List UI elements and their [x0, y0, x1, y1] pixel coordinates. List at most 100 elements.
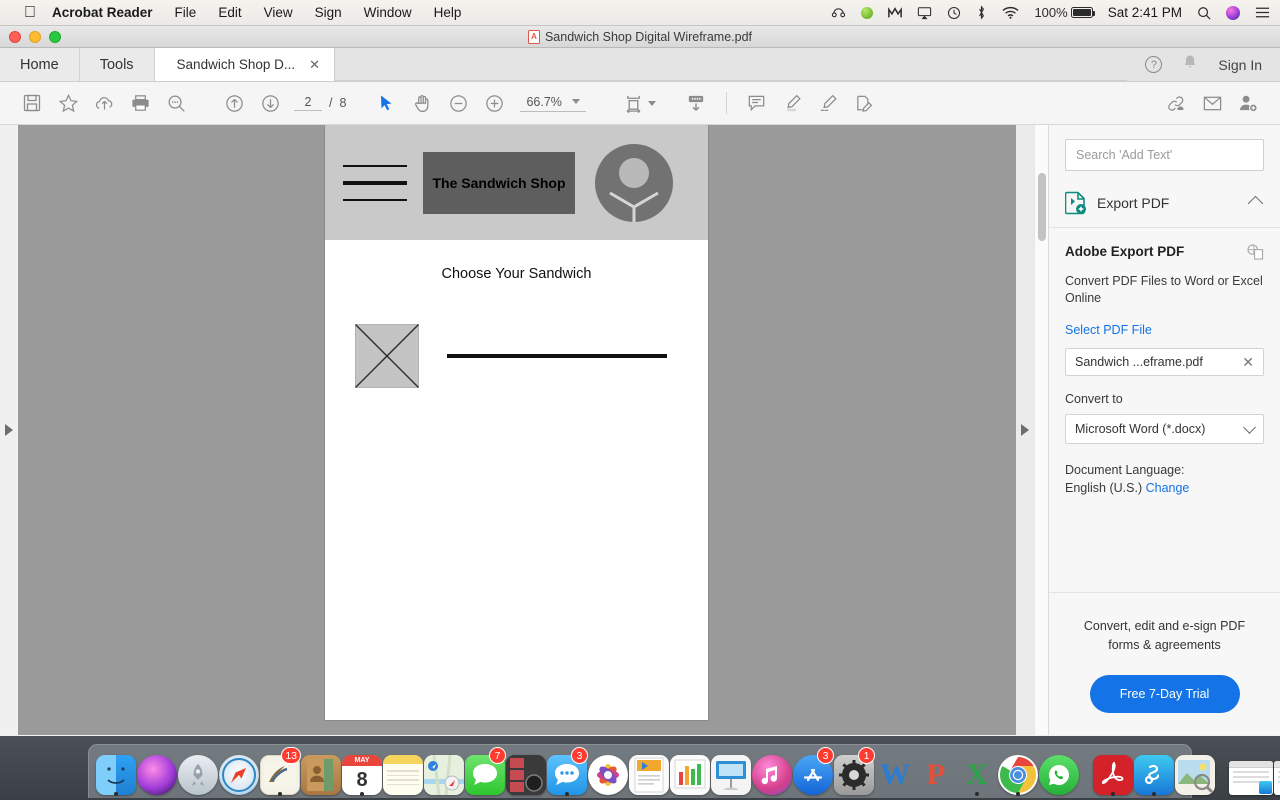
change-language-link[interactable]: Change — [1146, 479, 1190, 497]
menubar-clock[interactable]: Sat 2:41 PM — [1108, 5, 1182, 20]
sign-in-button[interactable]: Sign In — [1218, 57, 1262, 73]
export-pdf-panel-header[interactable]: Export PDF — [1049, 181, 1280, 228]
dock-item-microsoft-excel[interactable]: X — [957, 749, 997, 796]
search-input[interactable] — [1065, 139, 1264, 171]
tab-close-icon[interactable]: ✕ — [309, 57, 320, 73]
headphones-icon[interactable] — [831, 5, 846, 20]
print-icon[interactable] — [122, 88, 158, 118]
sign-icon[interactable] — [811, 88, 847, 118]
nav-home-button[interactable]: Home — [0, 48, 80, 81]
highlight-icon[interactable] — [775, 88, 811, 118]
dock-item-google-chrome[interactable] — [998, 749, 1038, 796]
scroll-mode-icon[interactable] — [678, 88, 714, 118]
dock-item-safari[interactable] — [219, 749, 259, 795]
upload-cloud-icon[interactable] — [86, 88, 122, 118]
bell-icon[interactable] — [1182, 54, 1198, 76]
dock-item-maps[interactable] — [424, 749, 464, 795]
menu-item-window[interactable]: Window — [364, 5, 412, 20]
wifi-icon[interactable] — [1002, 6, 1019, 19]
zoom-out-icon[interactable] — [440, 88, 476, 118]
previous-page-icon[interactable] — [216, 88, 252, 118]
copy-files-icon[interactable] — [1247, 244, 1264, 263]
dock-item-messages-alt[interactable]: 3 — [547, 747, 588, 796]
free-trial-button[interactable]: Free 7-Day Trial — [1089, 675, 1240, 713]
dock-item-launchpad[interactable] — [178, 749, 218, 795]
spotlight-search-icon[interactable] — [1197, 6, 1211, 20]
convert-to-select[interactable]: Microsoft Word (*.docx) — [1065, 414, 1264, 444]
dock-item-adobe-acrobat[interactable] — [1093, 749, 1133, 796]
running-indicator-mail — [278, 792, 282, 796]
next-page-icon[interactable] — [252, 88, 288, 118]
menu-item-acrobat-reader[interactable]: Acrobat Reader — [52, 5, 153, 20]
clear-file-icon[interactable]: ✕ — [1242, 354, 1254, 371]
dock-item-notes[interactable] — [383, 749, 423, 795]
menu-item-file[interactable]: File — [175, 5, 197, 20]
fill-and-sign-icon[interactable] — [847, 88, 883, 118]
dock-item-photos[interactable] — [588, 749, 628, 795]
pdf-document-viewport[interactable]: The Sandwich Shop Choose Your Sandwich — [0, 125, 1048, 735]
document-vertical-scrollbar[interactable] — [1034, 125, 1048, 735]
siri-icon[interactable] — [1226, 5, 1240, 20]
dock-item-contacts[interactable] — [301, 749, 341, 795]
airplay-icon[interactable] — [917, 6, 932, 20]
menu-item-edit[interactable]: Edit — [218, 5, 241, 20]
dock-item-finder[interactable] — [96, 749, 136, 796]
hamburger-menu-icon[interactable] — [343, 164, 407, 201]
dock-item-keynote[interactable] — [711, 749, 751, 795]
malwarebytes-icon[interactable] — [888, 6, 903, 20]
dock-item-messages[interactable]: 7 — [465, 747, 506, 795]
dock-item-app-store[interactable]: 3 — [793, 747, 834, 795]
save-icon[interactable] — [14, 88, 50, 118]
email-icon[interactable] — [1194, 88, 1230, 118]
dock-item-mail[interactable]: 13 — [260, 747, 301, 796]
page-number-input[interactable]: 2 — [294, 95, 322, 111]
right-panel-expand-handle[interactable] — [1016, 125, 1034, 735]
nav-tools-button[interactable]: Tools — [79, 48, 155, 81]
chevron-down-icon[interactable] — [571, 99, 580, 104]
select-pdf-file-link[interactable]: Select PDF File — [1065, 323, 1152, 337]
notification-center-icon[interactable] — [1255, 6, 1270, 19]
page-navigator: 2 / 8 — [294, 95, 346, 111]
comment-icon[interactable] — [739, 88, 775, 118]
dock-minimized-window-1[interactable] — [1229, 749, 1273, 795]
green-dot-icon[interactable] — [861, 6, 874, 19]
running-indicator-messages — [565, 792, 569, 796]
dock-minimized-window-2[interactable] — [1274, 749, 1280, 795]
scrollbar-thumb[interactable] — [1038, 173, 1046, 241]
time-machine-icon[interactable] — [947, 6, 961, 20]
menu-item-sign[interactable]: Sign — [315, 5, 342, 20]
add-person-icon[interactable] — [1230, 88, 1266, 118]
dock-item-siri[interactable] — [137, 749, 177, 795]
dock-item-photo-booth[interactable] — [506, 749, 546, 795]
dock-item-whatsapp[interactable] — [1039, 749, 1079, 795]
search-icon[interactable] — [158, 88, 194, 118]
left-panel-expand-handle[interactable] — [0, 125, 18, 735]
dock-item-preview[interactable] — [1175, 749, 1215, 795]
dock-item-itunes[interactable] — [752, 749, 792, 795]
star-icon[interactable] — [50, 88, 86, 118]
zoom-level-selector[interactable]: 66.7% — [520, 95, 586, 112]
tab-sandwich-shop-document[interactable]: Sandwich Shop D... ✕ — [154, 48, 336, 81]
dock-item-skitch[interactable] — [1134, 749, 1174, 796]
dock-item-system-preferences[interactable]: 1 — [834, 747, 875, 795]
select-tool-icon[interactable] — [368, 88, 404, 118]
dock-item-calendar[interactable]: MAY 8 — [342, 749, 382, 796]
help-icon[interactable]: ? — [1145, 56, 1163, 73]
chevron-up-icon[interactable] — [1247, 195, 1264, 211]
menu-item-help[interactable]: Help — [434, 5, 462, 20]
share-link-icon[interactable] — [1158, 88, 1194, 118]
dock-item-microsoft-word[interactable]: W — [875, 749, 915, 795]
menu-item-view[interactable]: View — [264, 5, 293, 20]
user-avatar-icon[interactable] — [595, 143, 673, 222]
zoom-in-icon[interactable] — [476, 88, 512, 118]
dock-item-microsoft-powerpoint[interactable]: P — [916, 749, 956, 795]
fit-page-icon[interactable] — [616, 88, 652, 118]
dock-item-numbers[interactable] — [670, 749, 710, 795]
calendar-month: MAY — [342, 755, 382, 766]
battery-icon[interactable]: 100% — [1034, 6, 1096, 19]
apple-menu-icon[interactable]:  — [24, 4, 36, 21]
fit-page-chevron-down-icon[interactable] — [647, 100, 656, 106]
dock-item-pages[interactable] — [629, 749, 669, 795]
bluetooth-icon[interactable] — [976, 5, 987, 20]
hand-tool-icon[interactable] — [404, 88, 440, 118]
